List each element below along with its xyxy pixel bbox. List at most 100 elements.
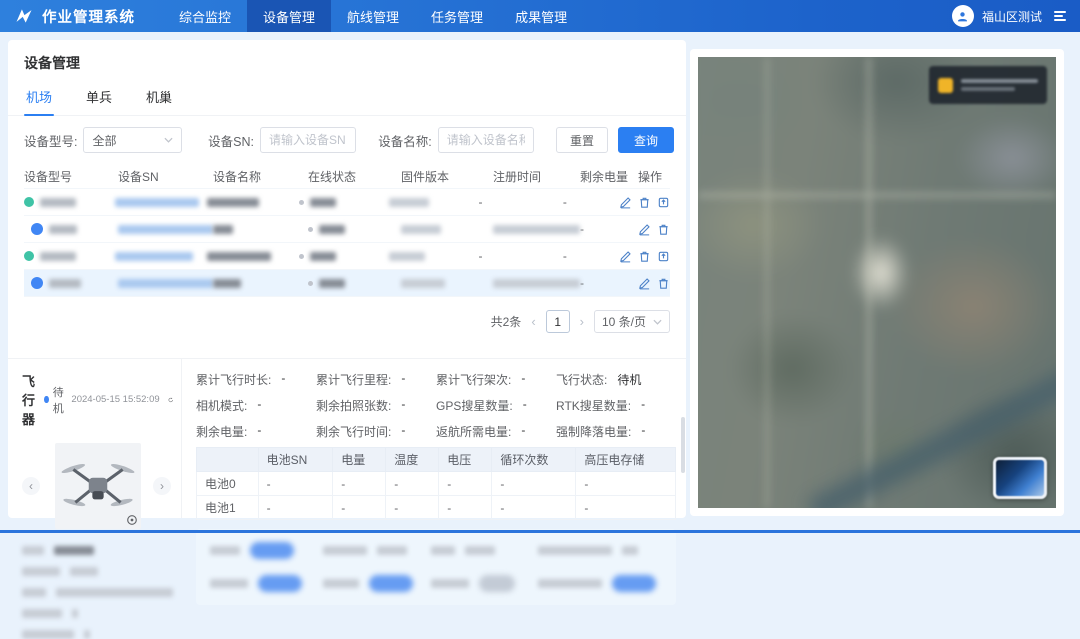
- blurred-text: [22, 546, 44, 555]
- menu-list-icon[interactable]: [1054, 11, 1066, 21]
- stat-item: 累计飞行里程:-: [316, 371, 436, 388]
- register-time-cell: [493, 225, 580, 234]
- reset-button[interactable]: 重置: [556, 127, 608, 153]
- name-input[interactable]: [447, 133, 525, 147]
- battery-value: -: [492, 472, 576, 496]
- delete-icon[interactable]: [638, 196, 651, 209]
- nav-item[interactable]: 成果管理: [499, 0, 583, 32]
- page-number[interactable]: 1: [546, 310, 570, 333]
- drone-illustration: [61, 456, 135, 516]
- edit-icon[interactable]: [638, 277, 651, 290]
- online-status-cell: [299, 198, 389, 207]
- locate-icon[interactable]: [126, 514, 138, 526]
- battery-value: -: [258, 496, 333, 520]
- status-mini-dot: [308, 227, 313, 232]
- edit-icon[interactable]: [619, 250, 632, 263]
- stat-item: RTK搜星数量:-: [556, 397, 676, 414]
- aircraft-info-row: [22, 630, 173, 639]
- table-row[interactable]: -: [24, 270, 670, 297]
- stat-label: 剩余电量:: [196, 423, 247, 440]
- map-panel[interactable]: [698, 57, 1056, 508]
- stat-item: 相机模式:-: [196, 397, 316, 414]
- ops-group: [210, 575, 323, 592]
- nav-item[interactable]: 航线管理: [331, 0, 415, 32]
- nav-item[interactable]: 设备管理: [247, 0, 331, 32]
- map-control-labels: [961, 79, 1038, 91]
- ops-group: [538, 546, 662, 555]
- aircraft-info-row: [22, 588, 173, 597]
- firmware-cell: [401, 225, 493, 234]
- tab-单兵[interactable]: 单兵: [84, 79, 114, 115]
- carousel-prev-icon[interactable]: ‹: [22, 477, 40, 495]
- export-icon[interactable]: [657, 250, 670, 263]
- sn-input[interactable]: [269, 133, 347, 147]
- battery-column-header: [197, 448, 259, 472]
- page-size-select[interactable]: 10 条/页: [594, 310, 670, 333]
- action-pill-button[interactable]: [369, 575, 413, 592]
- firmware-cell: [389, 252, 478, 261]
- blurred-text: [56, 588, 173, 597]
- device-model-cell: [24, 277, 118, 289]
- stat-item: 强制降落电量:-: [556, 423, 676, 440]
- blurred-text: [115, 198, 199, 207]
- blurred-text: [310, 252, 336, 261]
- battery-row: 电池1------: [197, 496, 676, 520]
- table-row[interactable]: -: [24, 216, 670, 243]
- column-header: 注册时间: [493, 168, 580, 185]
- actions-cell: [638, 223, 670, 236]
- model-select-value: 全部: [92, 132, 116, 149]
- stat-value: -: [523, 397, 527, 414]
- carousel-next-icon[interactable]: ›: [153, 477, 171, 495]
- disabled-pill-button[interactable]: [479, 575, 515, 592]
- aircraft-title: 飞行器: [22, 371, 39, 428]
- scrollbar-thumb[interactable]: [681, 417, 685, 473]
- battery-column-header: 循环次数: [492, 448, 576, 472]
- battery-column-header: 高压电存储: [576, 448, 676, 472]
- telemetry-panel: 累计飞行时长:-累计飞行里程:-累计飞行架次:-飞行状态:待机相机模式:-剩余拍…: [182, 359, 686, 518]
- action-pill-button[interactable]: [250, 542, 294, 559]
- next-page-icon[interactable]: ›: [580, 314, 584, 329]
- green-status-dot: [24, 197, 34, 207]
- device-model-cell: [24, 251, 115, 261]
- blurred-text: [493, 279, 580, 288]
- stat-value: -: [641, 423, 645, 440]
- prev-page-icon[interactable]: ‹: [531, 314, 535, 329]
- page-title: 设备管理: [8, 40, 686, 79]
- delete-icon[interactable]: [657, 277, 670, 290]
- blurred-text: [49, 225, 77, 234]
- blurred-text: [323, 546, 367, 555]
- stat-value: -: [401, 423, 405, 440]
- table-row[interactable]: --: [24, 243, 670, 270]
- table-row[interactable]: --: [24, 189, 670, 216]
- battery-cell: -: [580, 276, 638, 290]
- map-layer-control[interactable]: [929, 66, 1047, 104]
- action-pill-button[interactable]: [258, 575, 302, 592]
- user-name: 福山区测试: [982, 8, 1042, 25]
- ops-row: [210, 542, 662, 559]
- edit-icon[interactable]: [638, 223, 651, 236]
- tab-机场[interactable]: 机场: [24, 79, 54, 115]
- drone-image: [55, 443, 141, 529]
- action-pill-button[interactable]: [612, 575, 656, 592]
- user-avatar[interactable]: [952, 5, 974, 27]
- firmware-cell: [389, 198, 478, 207]
- delete-icon[interactable]: [638, 250, 651, 263]
- stat-label: 强制降落电量:: [556, 423, 631, 440]
- blurred-text: [431, 579, 469, 588]
- blurred-text: [54, 546, 94, 555]
- delete-icon[interactable]: [657, 223, 670, 236]
- blurred-text: [538, 579, 602, 588]
- refresh-icon[interactable]: [168, 394, 173, 406]
- device-model-cell: [24, 197, 115, 207]
- nav-item[interactable]: 综合监控: [163, 0, 247, 32]
- device-name-cell: [207, 252, 299, 261]
- search-button[interactable]: 查询: [618, 127, 674, 153]
- blurred-text: [431, 546, 455, 555]
- stat-value: -: [401, 397, 405, 414]
- export-icon[interactable]: [657, 196, 670, 209]
- nav-item[interactable]: 任务管理: [415, 0, 499, 32]
- basemap-switcher-thumbnail[interactable]: [993, 457, 1047, 499]
- model-select[interactable]: 全部: [83, 127, 182, 153]
- edit-icon[interactable]: [619, 196, 632, 209]
- tab-机巢[interactable]: 机巢: [144, 79, 174, 115]
